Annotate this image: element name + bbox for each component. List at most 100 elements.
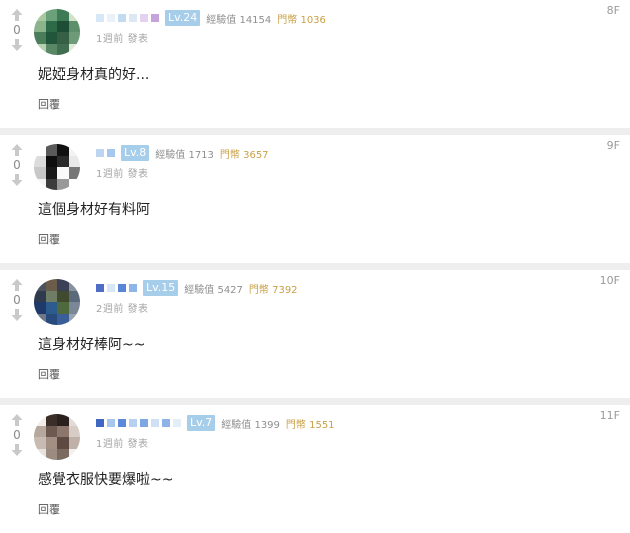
downvote-icon[interactable] [8,36,26,54]
avatar-pixel [45,313,57,325]
floor-number: 11F [599,409,620,422]
avatar-pixel [45,178,57,190]
avatar-pixel [68,167,80,179]
avatar-pixel [68,302,80,314]
username-blur-block [107,149,115,157]
post-time: 2週前 發表 [96,304,149,315]
avatar-pixel [34,414,46,426]
comment-text: 這個身材好有料阿 [38,202,150,218]
avatar-pixel [45,32,57,44]
avatar-pixel [45,279,57,291]
user-info: Lv.15 經驗值 5427 門幣 7392 [96,279,298,297]
avatar-pixel [68,144,80,156]
username[interactable] [96,284,137,292]
avatar-pixel [34,155,46,167]
avatar-pixel [68,155,80,167]
username-blur-block [151,14,159,22]
username-blur-block [118,284,126,292]
username-blur-block [129,284,137,292]
floor-number: 9F [606,139,620,152]
level-badge: Lv.8 [121,145,150,161]
avatar-pixel [45,425,57,437]
comment-divider [0,128,630,135]
downvote-icon[interactable] [8,441,26,459]
avatar-pixel [34,313,46,325]
username-blur-block [96,419,104,427]
comment-text: 這身材好棒阿~~ [38,337,146,353]
avatar-pixel [68,43,80,55]
coin-value: 門幣 7392 [248,284,298,296]
avatar-pixel [68,20,80,32]
username-blur-block [96,14,104,22]
comment-text: 妮婭身材真的好... [38,67,150,83]
avatar-pixel [45,43,57,55]
avatar-pixel [34,20,46,32]
avatar-pixel [45,167,57,179]
username[interactable] [96,149,115,157]
experience-value: 經驗值 1399 [221,419,280,431]
vote-column: 0 [8,411,26,459]
avatar-pixel [57,302,69,314]
avatar-pixel [34,144,46,156]
reply-button[interactable]: 回覆 [38,96,60,112]
avatar-pixel [68,9,80,21]
experience-value: 經驗值 14154 [206,14,272,26]
avatar-pixel [57,425,69,437]
username-blur-block [118,14,126,22]
username-blur-block [129,419,137,427]
username-blur-block [96,284,104,292]
avatar-pixel [34,9,46,21]
reply-button[interactable]: 回覆 [38,366,60,382]
avatar-pixel [57,448,69,460]
username-blur-block [96,149,104,157]
comment-item: 0 Lv.7 經驗值 1399 門幣 1551 1週前 發表 11F 感覺衣服快… [0,405,630,533]
vote-column: 0 [8,141,26,189]
avatar-pixel [34,302,46,314]
username-blur-block [107,419,115,427]
avatar[interactable] [34,9,80,55]
avatar-pixel [34,437,46,449]
avatar-pixel [45,437,57,449]
level-badge: Lv.24 [165,10,201,26]
avatar-pixel [57,178,69,190]
avatar-pixel [57,144,69,156]
avatar-pixel [57,167,69,179]
avatar-pixel [34,43,46,55]
avatar-pixel [57,313,69,325]
username-blur-block [173,419,181,427]
avatar-pixel [34,279,46,291]
avatar-pixel [57,20,69,32]
comment-item: 0 Lv.8 經驗值 1713 門幣 3657 1週前 發表 9F 這個身材好有… [0,135,630,263]
coin-value: 門幣 1551 [285,419,335,431]
user-info: Lv.8 經驗值 1713 門幣 3657 [96,144,269,162]
avatar-pixel [57,9,69,21]
reply-button[interactable]: 回覆 [38,501,60,517]
avatar-pixel [57,414,69,426]
avatar[interactable] [34,279,80,325]
downvote-icon[interactable] [8,171,26,189]
vote-column: 0 [8,6,26,54]
reply-button[interactable]: 回覆 [38,231,60,247]
coin-value: 門幣 3657 [219,149,269,161]
experience-value: 經驗值 1713 [155,149,214,161]
avatar-pixel [57,43,69,55]
post-time: 1週前 發表 [96,34,149,45]
avatar[interactable] [34,414,80,460]
avatar-pixel [57,32,69,44]
comment-item: 0 Lv.24 經驗值 14154 門幣 1036 1週前 發表 8F 妮婭身材… [0,0,630,128]
avatar-pixel [68,32,80,44]
post-time: 1週前 發表 [96,169,149,180]
username[interactable] [96,419,181,427]
avatar-pixel [68,425,80,437]
avatar-pixel [45,290,57,302]
post-time: 1週前 發表 [96,439,149,450]
avatar[interactable] [34,144,80,190]
avatar-pixel [45,144,57,156]
username[interactable] [96,14,159,22]
username-blur-block [107,14,115,22]
avatar-pixel [68,414,80,426]
username-blur-block [162,419,170,427]
avatar-pixel [68,313,80,325]
avatar-pixel [68,437,80,449]
downvote-icon[interactable] [8,306,26,324]
